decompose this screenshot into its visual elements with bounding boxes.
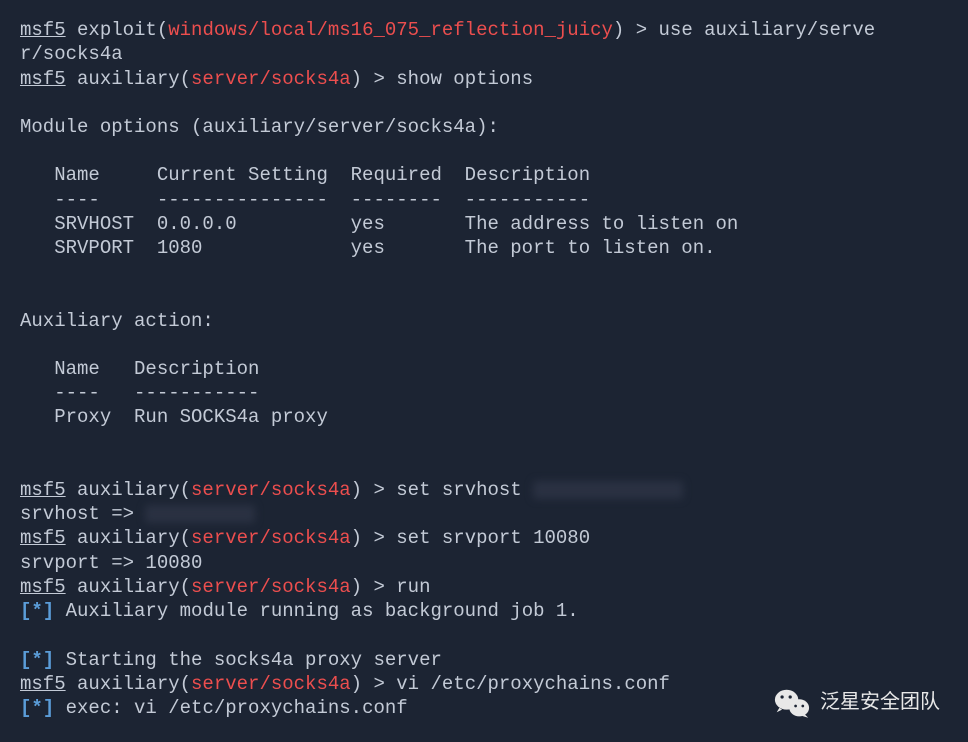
terminal-line: msf5 auxiliary(server/socks4a) > show op… (20, 67, 948, 91)
table-header: Name Current Setting Required Descriptio… (20, 163, 948, 187)
terminal-line: [*] Starting the socks4a proxy server (20, 648, 948, 672)
module-path: server/socks4a (191, 479, 351, 501)
star-icon: * (31, 697, 42, 719)
text: srvhost => (20, 503, 145, 525)
terminal-line: msf5 auxiliary(server/socks4a) > set srv… (20, 526, 948, 550)
terminal-line: msf5 exploit(windows/local/ms16_075_refl… (20, 18, 948, 42)
terminal-line: [*] Auxiliary module running as backgrou… (20, 599, 948, 623)
text: Starting the socks4a proxy server (54, 649, 442, 671)
msf-prompt: msf5 (20, 479, 66, 501)
terminal-line: msf5 auxiliary(server/socks4a) > run (20, 575, 948, 599)
text: exec: vi /etc/proxychains.conf (54, 697, 407, 719)
table-row: Proxy Run SOCKS4a proxy (20, 405, 948, 429)
text: auxiliary( (66, 479, 191, 501)
bracket-icon: ] (43, 649, 54, 671)
msf-prompt: msf5 (20, 527, 66, 549)
text: ) > show options (351, 68, 533, 90)
table-row: SRVPORT 1080 yes The port to listen on. (20, 236, 948, 260)
star-icon: * (31, 649, 42, 671)
table-divider: ---- --------------- -------- ----------… (20, 188, 948, 212)
blank-line (20, 624, 948, 648)
bracket-icon: ] (43, 600, 54, 622)
star-icon: * (31, 600, 42, 622)
blank-line (20, 261, 948, 285)
terminal-line: r/socks4a (20, 42, 948, 66)
msf-prompt: msf5 (20, 673, 66, 695)
text: auxiliary( (66, 527, 191, 549)
terminal-line: srvhost => (20, 502, 948, 526)
table-divider: ---- ----------- (20, 381, 948, 405)
text: ) > set srvport 10080 (351, 527, 590, 549)
module-path: server/socks4a (191, 527, 351, 549)
blank-line (20, 454, 948, 478)
bracket-icon: [ (20, 697, 31, 719)
text: ) > vi /etc/proxychains.conf (351, 673, 670, 695)
msf-prompt: msf5 (20, 576, 66, 598)
watermark: 泛星安全团队 (774, 688, 940, 718)
text: Auxiliary module running as background j… (54, 600, 579, 622)
bracket-icon: [ (20, 600, 31, 622)
bracket-icon: ] (43, 697, 54, 719)
module-path: server/socks4a (191, 576, 351, 598)
table-header: Name Description (20, 357, 948, 381)
blank-line (20, 333, 948, 357)
wechat-icon (774, 688, 810, 718)
bracket-icon: [ (20, 649, 31, 671)
table-row: SRVHOST 0.0.0.0 yes The address to liste… (20, 212, 948, 236)
terminal-line: Auxiliary action: (20, 309, 948, 333)
redacted-ip (533, 481, 683, 499)
module-path: windows/local/ms16_075_reflection_juicy (168, 19, 613, 41)
module-path: server/socks4a (191, 673, 351, 695)
blank-line (20, 285, 948, 309)
terminal-line: msf5 auxiliary(server/socks4a) > set srv… (20, 478, 948, 502)
text: auxiliary( (66, 673, 191, 695)
text: auxiliary( (66, 68, 191, 90)
text: ) > use auxiliary/serve (613, 19, 875, 41)
text: auxiliary( (66, 576, 191, 598)
terminal-output[interactable]: msf5 exploit(windows/local/ms16_075_refl… (20, 18, 948, 721)
text: exploit( (66, 19, 169, 41)
watermark-text: 泛星安全团队 (820, 690, 940, 716)
msf-prompt: msf5 (20, 68, 66, 90)
terminal-line: Module options (auxiliary/server/socks4a… (20, 115, 948, 139)
text: ) > set srvhost (351, 479, 533, 501)
blank-line (20, 430, 948, 454)
msf-prompt: msf5 (20, 19, 66, 41)
text: ) > run (351, 576, 431, 598)
terminal-line: srvport => 10080 (20, 551, 948, 575)
redacted-ip (145, 505, 255, 523)
blank-line (20, 139, 948, 163)
blank-line (20, 91, 948, 115)
module-path: server/socks4a (191, 68, 351, 90)
